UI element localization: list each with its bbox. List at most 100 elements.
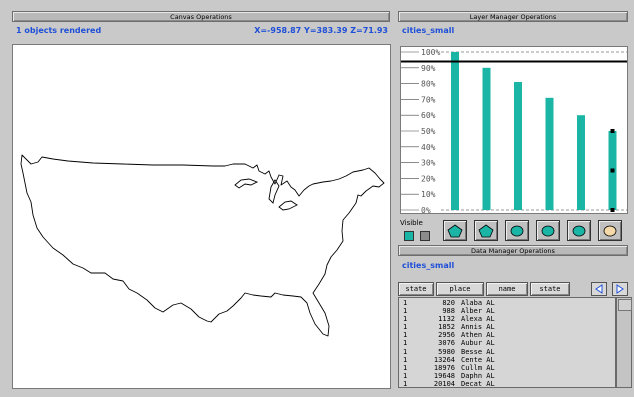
scroll-right-button[interactable] bbox=[612, 282, 628, 296]
table-cell: Aubur AL bbox=[461, 339, 495, 348]
table-row[interactable]: 1 820 Alaba AL bbox=[403, 299, 615, 307]
table-cell: 1 bbox=[403, 347, 408, 356]
ellipse-icon bbox=[510, 225, 524, 236]
table-row[interactable]: 1 988 Alber AL bbox=[403, 307, 615, 315]
table-cell: 3076 bbox=[438, 339, 455, 348]
visible-toggle-off[interactable] bbox=[420, 231, 430, 241]
layer-name: cities_small bbox=[402, 26, 455, 35]
y-tick-label: 90% bbox=[421, 64, 436, 73]
column-header-1[interactable]: state bbox=[398, 282, 434, 296]
y-tick-label: 50% bbox=[421, 127, 436, 136]
table-cell: 1 bbox=[403, 371, 408, 380]
attribute-table[interactable]: 1 820 Alaba AL 1 988 Alber AL 1 1132 Alexa AL 1 18… bbox=[398, 297, 616, 388]
y-tick-label: 100% bbox=[421, 48, 440, 57]
ellipse-icon bbox=[541, 225, 555, 236]
symbol-button-1[interactable] bbox=[443, 220, 467, 241]
scroll-left-button[interactable] bbox=[591, 282, 607, 296]
table-cell: 1 bbox=[403, 363, 408, 372]
visible-toggle-on[interactable] bbox=[404, 231, 414, 241]
objects-rendered-status: 1 objects rendered bbox=[16, 26, 102, 35]
y-tick-label: 60% bbox=[421, 111, 436, 120]
triangle-left-icon bbox=[595, 284, 603, 294]
table-cell: 1 bbox=[403, 355, 408, 364]
canvas-operations-title: Canvas Operations bbox=[12, 11, 390, 22]
range-handle[interactable] bbox=[610, 208, 615, 212]
visible-label: Visible bbox=[400, 219, 423, 227]
table-cell: 13264 bbox=[433, 355, 455, 364]
table-cell: 18976 bbox=[433, 363, 455, 372]
table-row[interactable]: 1 19648 Daphn AL bbox=[403, 372, 615, 380]
column-header-3[interactable]: name bbox=[486, 282, 528, 296]
bar-5[interactable] bbox=[577, 115, 585, 210]
table-cell: 5980 bbox=[438, 347, 455, 356]
table-cell: 1 bbox=[403, 315, 408, 324]
symbol-button-5[interactable] bbox=[567, 220, 591, 241]
table-cell: 1 bbox=[403, 379, 408, 388]
range-handle[interactable] bbox=[610, 168, 615, 173]
y-tick-label: 0% bbox=[421, 206, 431, 213]
bar-1[interactable] bbox=[451, 52, 459, 210]
table-cell: 1 bbox=[403, 307, 408, 316]
table-row[interactable]: 1 20104 Decat AL bbox=[403, 379, 615, 388]
pentagon-icon bbox=[447, 224, 463, 237]
table-cell: Alber AL bbox=[461, 307, 495, 316]
table-cell: Decat AL bbox=[461, 379, 495, 388]
table-row[interactable]: 1 18976 Cullm AL bbox=[403, 364, 615, 372]
table-cell: Annis AL bbox=[461, 323, 495, 332]
triangle-right-icon bbox=[616, 284, 624, 294]
y-tick-label: 30% bbox=[421, 159, 436, 168]
table-row[interactable]: 1 3076 Aubur AL bbox=[403, 339, 615, 347]
y-tick-label: 10% bbox=[421, 190, 436, 199]
table-cell: 1 bbox=[403, 339, 408, 348]
y-tick-label: 70% bbox=[421, 95, 436, 104]
table-cell: Cente AL bbox=[461, 355, 495, 364]
data-manager-title: Data Manager Operations bbox=[398, 245, 628, 256]
map-canvas[interactable] bbox=[12, 44, 391, 389]
table-cell: 19648 bbox=[433, 371, 455, 380]
data-layer-name: cities_small bbox=[402, 261, 455, 270]
table-scrollbar[interactable] bbox=[616, 297, 632, 388]
table-row[interactable]: 1 1852 Annis AL bbox=[403, 323, 615, 331]
table-row[interactable]: 1 5980 Besse AL bbox=[403, 348, 615, 356]
y-tick-label: 80% bbox=[421, 80, 436, 89]
scale-chart-panel[interactable]: 100% 90% 80% 70% 60% 50% 40% 30% 20% 10% 0% bbox=[400, 46, 628, 215]
table-cell: 1132 bbox=[438, 315, 455, 324]
bar-2[interactable] bbox=[482, 67, 491, 210]
table-cell: Cullm AL bbox=[461, 363, 495, 372]
scrollbar-thumb[interactable] bbox=[618, 299, 632, 311]
bar-4[interactable] bbox=[545, 97, 554, 210]
table-cell: Alaba AL bbox=[461, 299, 495, 307]
symbol-button-3[interactable] bbox=[505, 220, 529, 241]
y-tick-label: 40% bbox=[421, 143, 436, 152]
ellipse-icon bbox=[572, 225, 586, 236]
range-handle[interactable] bbox=[610, 129, 615, 133]
ellipse-icon bbox=[603, 225, 617, 236]
table-cell: 2956 bbox=[438, 331, 455, 340]
column-header-2[interactable]: place bbox=[436, 282, 484, 296]
layer-manager-title: Layer Manager Operations bbox=[398, 11, 628, 22]
table-cell: Alexa AL bbox=[461, 315, 495, 324]
symbol-button-4[interactable] bbox=[536, 220, 560, 241]
table-cell: 20104 bbox=[433, 379, 455, 388]
table-cell: Besse AL bbox=[461, 347, 495, 356]
table-cell: 820 bbox=[442, 299, 455, 307]
y-tick-label: 20% bbox=[421, 174, 436, 183]
visibility-bar-chart: 100% 90% 80% 70% 60% 50% 40% 30% 20% 10% 0% bbox=[401, 48, 627, 215]
us-map-outline bbox=[20, 154, 385, 337]
pentagon-icon bbox=[478, 224, 494, 237]
table-cell: Athen AL bbox=[461, 331, 495, 340]
column-header-4[interactable]: state bbox=[530, 282, 570, 296]
bar-3[interactable] bbox=[514, 82, 522, 210]
table-cell: 1 bbox=[403, 299, 408, 307]
table-cell: 1 bbox=[403, 323, 408, 332]
table-cell: 1852 bbox=[438, 323, 455, 332]
coordinate-readout: X=-958.87 Y=383.39 Z=71.93 bbox=[254, 26, 388, 35]
table-row[interactable]: 1 2956 Athen AL bbox=[403, 331, 615, 339]
table-cell: Daphn AL bbox=[461, 371, 495, 380]
symbol-button-6[interactable] bbox=[598, 220, 622, 241]
table-row[interactable]: 1 1132 Alexa AL bbox=[403, 315, 615, 323]
symbol-button-2[interactable] bbox=[474, 220, 498, 241]
table-row[interactable]: 1 13264 Cente AL bbox=[403, 356, 615, 364]
table-cell: 1 bbox=[403, 331, 408, 340]
table-cell: 988 bbox=[442, 307, 455, 316]
